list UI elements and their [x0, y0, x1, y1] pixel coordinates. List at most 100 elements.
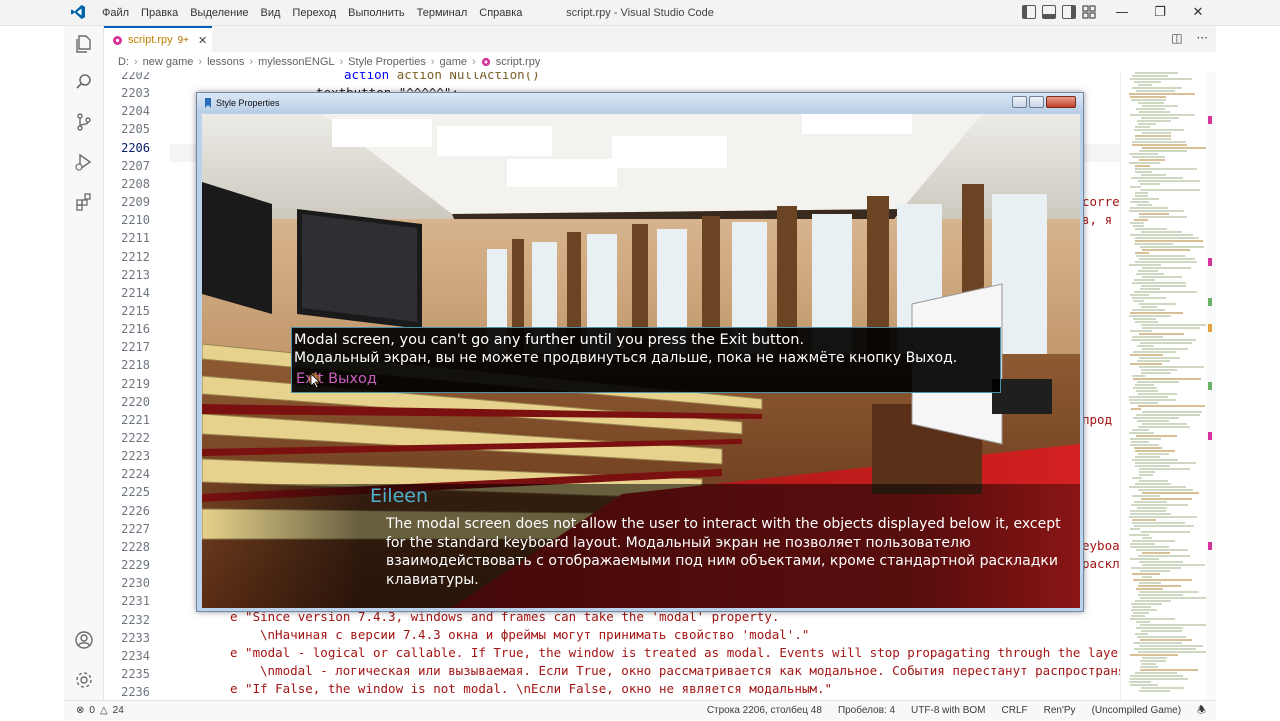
minimap-line [1132, 477, 1142, 479]
search-icon[interactable] [74, 72, 94, 92]
tab-label: script.rpy [128, 34, 173, 46]
minimap-line [1129, 432, 1154, 434]
renpy-status[interactable]: (Uncompiled Game) [1092, 701, 1181, 721]
line-number: 2210 [121, 213, 150, 228]
minimap-line [1134, 243, 1173, 245]
minimap-line [1135, 462, 1196, 464]
menu-help[interactable]: Справка [473, 0, 528, 26]
minimap-line [1135, 126, 1150, 128]
close-window-button[interactable]: ✕ [1180, 0, 1216, 26]
minimap-line [1141, 306, 1157, 308]
breadcrumb-item[interactable]: game [440, 56, 468, 68]
minimap-line [1138, 489, 1193, 491]
minimap-line [1142, 411, 1202, 413]
minimap-line [1130, 78, 1192, 80]
minimap-line [1140, 288, 1160, 290]
breadcrumb-item[interactable]: lessons [207, 56, 244, 68]
scrollbar-marker [1208, 116, 1212, 124]
minimap[interactable] [1120, 72, 1216, 700]
modal-text-ru: Модальный экран, вы не можете продвинуть… [294, 350, 958, 366]
minimap-line [1130, 207, 1168, 209]
code-line[interactable]: \nНачиная с версии 7.4.3 окна и фреймы м… [260, 626, 809, 644]
account-icon[interactable] [74, 630, 94, 650]
language-mode[interactable]: Ren'Py [1044, 701, 1076, 721]
code-line[interactable]: e "modal - logical or callable. If True,… [230, 644, 1120, 662]
renpy-minimize-button[interactable] [1012, 96, 1027, 108]
minimize-button[interactable]: — [1104, 0, 1140, 26]
renpy-maximize-button[interactable] [1029, 96, 1044, 108]
warning-count: 24 [112, 705, 124, 716]
close-icon[interactable]: ✕ [198, 34, 207, 47]
minimap-line [1139, 582, 1161, 584]
renpy-close-button[interactable] [1046, 96, 1076, 108]
line-number: 2208 [121, 176, 150, 191]
run-debug-icon[interactable] [74, 152, 94, 172]
dialogue-text: The modal screen does not allow the user… [386, 516, 1061, 588]
minimap-line [1138, 123, 1156, 125]
toggle-secondary-sidebar-icon[interactable] [1062, 5, 1076, 19]
renpy-file-icon [113, 35, 122, 45]
minimap-line [1130, 312, 1183, 314]
minimap-line [1135, 633, 1148, 635]
line-number: 2230 [121, 576, 150, 591]
extensions-icon[interactable] [74, 192, 94, 212]
more-actions-icon[interactable]: ··· [1197, 31, 1208, 45]
maximize-button[interactable]: ❐ [1142, 0, 1178, 26]
code-line[interactable]: e "If False, the window is not modal. \n… [230, 680, 832, 698]
menu-view[interactable]: Вид [255, 0, 287, 26]
minimap-line [1129, 210, 1184, 212]
menu-selection[interactable]: Выделение [184, 0, 254, 26]
encoding[interactable]: UTF-8 with BOM [911, 701, 985, 721]
problems-indicator[interactable]: ⊗ 0 △ 24 [76, 701, 124, 721]
minimap-line [1131, 339, 1196, 341]
minimap-line [1136, 627, 1183, 629]
minimap-line [1135, 672, 1177, 674]
minimap-line [1136, 273, 1164, 275]
breadcrumb-item[interactable]: script.rpy [496, 56, 541, 68]
line-number: 2219 [121, 376, 150, 391]
code-line[interactable]: action action NullAction() [344, 72, 540, 84]
minimap-line [1139, 471, 1155, 473]
breadcrumb-item[interactable]: Style Properties [348, 56, 426, 68]
tab-script-rpy[interactable]: script.rpy 9+ ✕ [104, 26, 212, 52]
vscode-logo-icon[interactable] [70, 4, 86, 20]
breadcrumb-item[interactable]: D: [118, 56, 129, 68]
renpy-title-bar[interactable]: Style Properties [197, 93, 1083, 113]
minimap-line [1140, 342, 1192, 344]
minimap-line [1141, 372, 1171, 374]
minimap-line [1131, 408, 1141, 410]
vertical-scrollbar[interactable] [1206, 72, 1216, 700]
minimap-line [1139, 561, 1183, 563]
source-control-icon[interactable] [74, 112, 94, 132]
indentation[interactable]: Пробелов: 4 [838, 701, 895, 721]
bell-icon[interactable]: 🕭 [1197, 701, 1206, 721]
minimap-line [1129, 534, 1149, 536]
breadcrumb-item[interactable]: new game [143, 56, 194, 68]
code-line[interactable]: \nmodal - логическая или вызываемая. Есл… [260, 662, 1120, 680]
minimap-line [1132, 606, 1151, 608]
split-editor-icon[interactable]: ◫ [1171, 31, 1182, 45]
menu-file[interactable]: Файл [96, 0, 135, 26]
code-fragment: раскл [1082, 556, 1120, 571]
menu-go[interactable]: Переход [286, 0, 342, 26]
menu-edit[interactable]: Правка [135, 0, 184, 26]
line-number: 2232 [121, 612, 150, 627]
dialogue-window[interactable]: Eileen The modal screen does not allow t… [202, 484, 1080, 608]
settings-gear-icon[interactable] [74, 670, 94, 690]
menu-run[interactable]: Выполнить [342, 0, 410, 26]
minimap-line [1133, 612, 1149, 614]
minimap-line [1133, 351, 1176, 353]
breadcrumb-item[interactable]: mylessonENGL [258, 56, 334, 68]
toggle-panel-icon[interactable] [1042, 5, 1056, 19]
menu-terminal[interactable]: Терминал [411, 0, 474, 26]
line-number: 2218 [121, 358, 150, 373]
cursor-position[interactable]: Строка 2206, столбец 48 [707, 701, 822, 721]
explorer-icon[interactable] [74, 34, 94, 54]
line-number: 2220 [121, 394, 150, 409]
minimap-line [1142, 105, 1178, 107]
end-of-line[interactable]: CRLF [1002, 701, 1028, 721]
minimap-line [1129, 162, 1160, 164]
customize-layout-icon[interactable] [1082, 5, 1096, 19]
toggle-sidebar-icon[interactable] [1022, 5, 1036, 19]
minimap-line [1130, 684, 1158, 686]
